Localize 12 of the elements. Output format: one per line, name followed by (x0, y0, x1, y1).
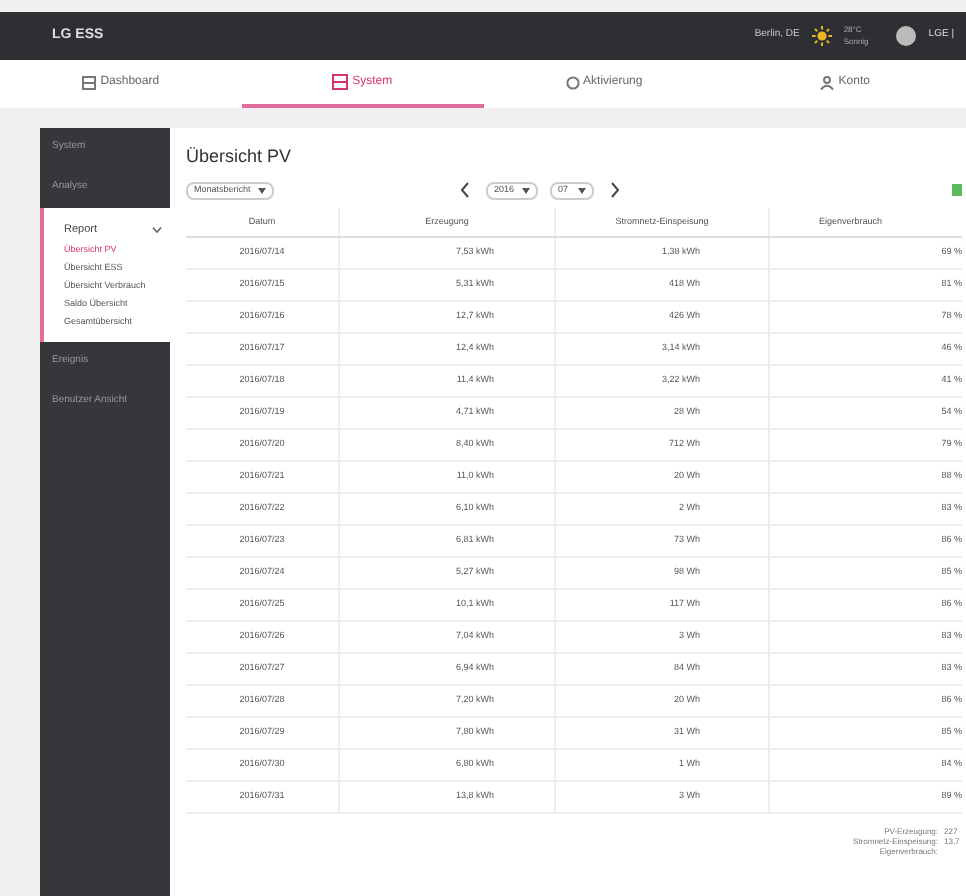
person-icon (820, 75, 835, 89)
caret-icon (258, 187, 266, 193)
dashboard-icon (82, 75, 97, 89)
caret-icon (578, 187, 586, 193)
user-avatar (896, 26, 917, 46)
page-title: Übersicht PV (186, 144, 294, 170)
sun-icon (811, 26, 832, 46)
window-icon (332, 74, 349, 90)
circle-icon (565, 75, 580, 89)
previous-button[interactable] (460, 182, 470, 198)
next-button[interactable] (610, 182, 620, 198)
caret-icon (522, 187, 530, 193)
